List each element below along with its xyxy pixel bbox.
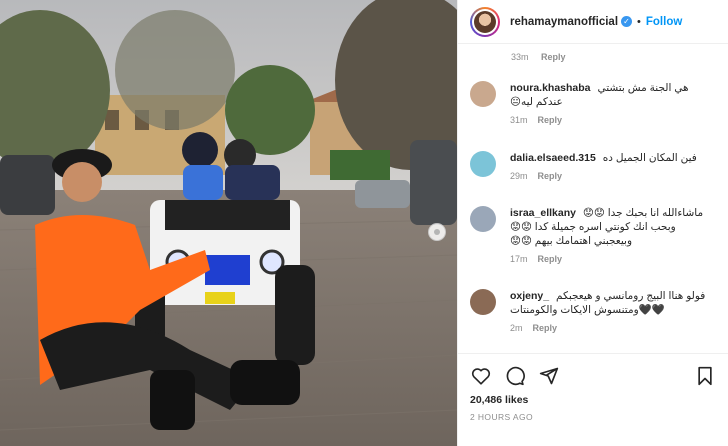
comment-icon[interactable] [504, 365, 526, 387]
reply-button[interactable]: Reply [541, 52, 566, 62]
comment-time: 33m [511, 52, 529, 62]
commenter-username[interactable]: dalia.elsaeed.315 [510, 152, 596, 164]
comment-item: israa_ellkany ماشاءالله انا بحبك جدا 😟😟 … [470, 206, 716, 264]
commenter-username[interactable]: noura.khashaba [510, 82, 591, 94]
header-separator: • [637, 15, 641, 28]
post-header: rehamaymanofficial ✓ • Follow [458, 0, 728, 44]
comment-item: dalia.elsaeed.315 فين المكان الجميل ده 2… [470, 151, 716, 181]
photo-illustration [0, 0, 457, 446]
next-dot-icon [434, 229, 440, 235]
comment-time: 2m [510, 323, 523, 333]
share-icon[interactable] [538, 365, 560, 387]
post-panel: rehamaymanofficial ✓ • Follow 33m Reply … [457, 0, 728, 446]
comment-time: 29m [510, 171, 528, 181]
verified-badge-icon: ✓ [621, 16, 633, 27]
follow-button[interactable]: Follow [646, 16, 682, 28]
previous-comment-meta: 33m Reply [458, 44, 728, 74]
reply-button[interactable]: Reply [538, 115, 563, 125]
owner-username[interactable]: rehamaymanofficial [510, 16, 618, 28]
action-bar: 20,486 likes 2 HOURS AGO [458, 353, 728, 422]
owner-avatar[interactable] [470, 6, 500, 37]
heart-icon[interactable] [470, 365, 492, 387]
commenter-username[interactable]: oxjeny_ [510, 290, 549, 302]
comments-list[interactable]: 33m Reply noura.khashaba هي الجنة مش بتش… [458, 44, 728, 353]
bookmark-icon[interactable] [694, 365, 716, 387]
comment-time: 31m [510, 115, 528, 125]
post-timestamp: 2 HOURS AGO [470, 412, 533, 422]
reply-button[interactable]: Reply [538, 171, 563, 181]
commenter-avatar[interactable] [470, 289, 496, 315]
next-image-button[interactable] [428, 223, 446, 241]
likes-count[interactable]: 20,486 likes [470, 394, 716, 406]
comment-item: noura.khashaba هي الجنة مش بتشتي عندكم ل… [470, 81, 716, 125]
post-photo[interactable] [0, 0, 457, 446]
comment-time: 17m [510, 254, 528, 264]
comment-item: oxjeny_ فولو هناا البيج رومانسي و هيعجبك… [470, 289, 716, 333]
commenter-avatar[interactable] [470, 81, 496, 107]
commenter-username[interactable]: israa_ellkany [510, 207, 576, 219]
comment-text: فين المكان الجميل ده [602, 152, 697, 164]
reply-button[interactable]: Reply [538, 254, 563, 264]
commenter-avatar[interactable] [470, 151, 496, 177]
reply-button[interactable]: Reply [533, 323, 558, 333]
commenter-avatar[interactable] [470, 206, 496, 232]
